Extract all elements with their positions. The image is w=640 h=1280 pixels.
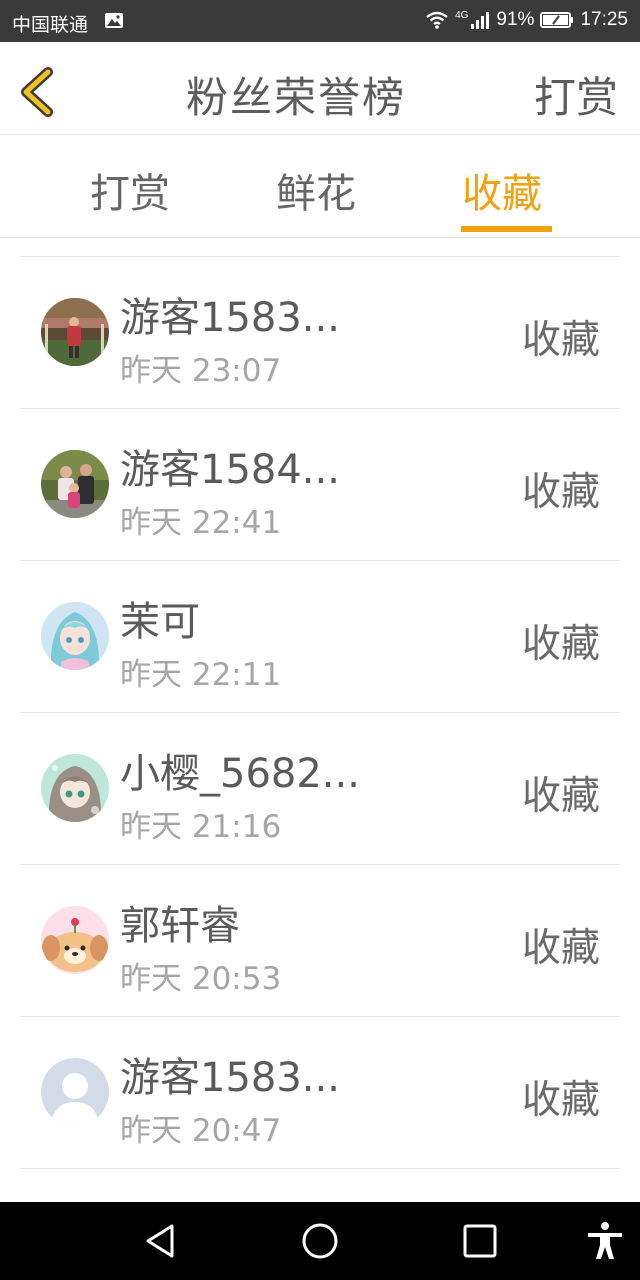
accessibility-icon[interactable] — [585, 1221, 625, 1261]
list-item[interactable]: 茉可 昨天 22:11 收藏 — [20, 560, 620, 712]
action-label: 收藏 — [521, 926, 600, 971]
photo-outdoor-avatar — [41, 298, 109, 366]
user-name: 茉可 — [120, 599, 200, 645]
ranking-tabs: 打赏 鲜花 收藏 — [0, 135, 640, 238]
home-circle-icon[interactable] — [300, 1221, 340, 1261]
user-name: 游客1584... — [120, 447, 340, 493]
battery-icon — [540, 12, 574, 28]
top-bar: 粉丝荣誉榜 打赏 — [0, 42, 640, 135]
action-label: 收藏 — [521, 1078, 600, 1123]
fan-list: 游客1583... 昨天 23:07 收藏 游客1584... 昨天 22:41… — [20, 256, 620, 1209]
timestamp: 昨天 21:16 — [120, 809, 282, 845]
battery-percent: 91% — [496, 9, 535, 30]
timestamp: 昨天 23:07 — [120, 353, 282, 389]
signal-icon — [471, 12, 490, 29]
action-label: 收藏 — [521, 470, 600, 515]
list-item[interactable]: 郭轩睿 昨天 20:53 收藏 — [20, 864, 620, 1016]
carrier-name: 中国联通 — [12, 15, 89, 36]
list-item[interactable]: 游客1584... 昨天 22:41 收藏 — [20, 408, 620, 560]
user-name: 游客1583... — [120, 295, 340, 341]
list-item[interactable]: 游客1583... 昨天 23:07 收藏 — [20, 256, 620, 408]
clock: 17:25 — [580, 9, 628, 30]
user-name: 小樱_5682... — [120, 751, 360, 797]
anime-girl-avatar — [41, 754, 109, 822]
network-type: 4G — [455, 10, 469, 21]
user-name: 郭轩睿 — [120, 903, 240, 949]
active-tab-indicator — [461, 226, 552, 232]
default-user-avatar — [41, 1058, 109, 1126]
list-item[interactable]: 游客1583... 昨天 20:47 收藏 — [20, 1016, 620, 1168]
tab-favorites[interactable]: 收藏 — [462, 161, 542, 219]
tab-flowers[interactable]: 鲜花 — [276, 161, 356, 219]
system-nav-bar — [0, 1202, 640, 1280]
reward-button[interactable]: 打赏 — [534, 64, 618, 125]
image-notification-icon — [105, 13, 123, 28]
user-name: 游客1583... — [120, 1055, 340, 1101]
action-label: 收藏 — [521, 622, 600, 667]
tab-reward[interactable]: 打赏 — [90, 161, 170, 219]
recents-square-icon[interactable] — [460, 1221, 500, 1261]
list-item[interactable]: 小樱_5682... 昨天 21:16 收藏 — [20, 712, 620, 864]
anime-girl-avatar — [41, 602, 109, 670]
action-label: 收藏 — [521, 774, 600, 819]
status-bar: 中国联通 4G 91% 17:25 — [0, 0, 640, 42]
timestamp: 昨天 20:53 — [120, 961, 282, 997]
timestamp: 昨天 22:41 — [120, 505, 282, 541]
page-title: 粉丝荣誉榜 — [185, 73, 406, 122]
wifi-icon — [426, 11, 448, 29]
cartoon-dog-avatar — [41, 906, 109, 974]
timestamp: 昨天 20:47 — [120, 1113, 282, 1149]
timestamp: 昨天 22:11 — [120, 657, 282, 693]
photo-family-avatar — [41, 450, 109, 518]
back-triangle-icon[interactable] — [140, 1221, 180, 1261]
action-label: 收藏 — [521, 318, 600, 363]
